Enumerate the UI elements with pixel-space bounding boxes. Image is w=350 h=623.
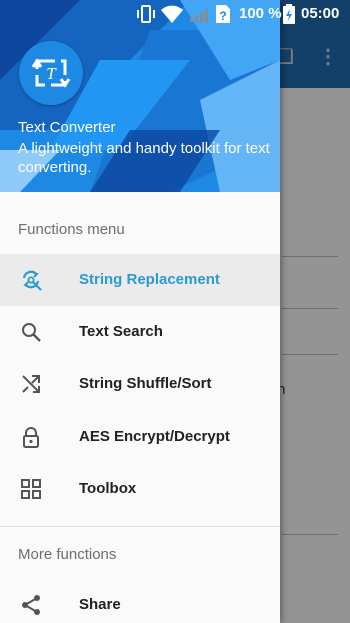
- status-bar: ? 100 % 05:00: [0, 0, 350, 28]
- search-icon: [22, 323, 41, 342]
- menu-item-aes-encrypt-decrypt[interactable]: AES Encrypt/Decrypt: [0, 411, 280, 463]
- menu-item-label: String Replacement: [79, 271, 220, 288]
- svg-text:T: T: [46, 64, 57, 83]
- battery-charging-icon: [283, 4, 295, 24]
- menu-item-label: Toolbox: [79, 480, 137, 497]
- battery-percent: 100 %: [239, 5, 282, 22]
- lock-icon: [23, 427, 39, 448]
- app-logo: T: [19, 41, 83, 105]
- app-name: Text Converter: [18, 119, 116, 136]
- drawer-header: T Text Converter A lightweight and handy…: [0, 0, 280, 192]
- more-functions-section-title: More functions: [18, 546, 117, 563]
- sim-alert-icon: ?: [216, 5, 230, 23]
- app-description: A lightweight and handy toolkit for text…: [18, 140, 270, 176]
- functions-section-title: Functions menu: [18, 221, 125, 238]
- menu-item-string-replacement[interactable]: String Replacement: [0, 254, 280, 306]
- navigation-drawer: T Text Converter A lightweight and handy…: [0, 0, 280, 623]
- menu-item-text-search[interactable]: Text Search: [0, 306, 280, 358]
- share-icon: [22, 595, 40, 615]
- menu-item-string-shuffle-sort[interactable]: String Shuffle/Sort: [0, 358, 280, 410]
- shuffle-icon: [22, 375, 40, 393]
- wifi-icon: [161, 5, 183, 23]
- signal-icon: [190, 9, 208, 22]
- svg-text:?: ?: [219, 9, 226, 23]
- app-logo-icon: T: [31, 58, 71, 88]
- menu-item-label: String Shuffle/Sort: [79, 375, 212, 392]
- menu-item-share[interactable]: Share: [0, 579, 280, 623]
- vibrate-icon: [137, 5, 155, 23]
- grid-icon: [21, 479, 41, 499]
- replace-icon: [22, 270, 42, 291]
- section-divider: [0, 526, 280, 527]
- menu-item-label: AES Encrypt/Decrypt: [79, 428, 230, 445]
- menu-item-label: Share: [79, 596, 121, 613]
- menu-item-label: Text Search: [79, 323, 163, 340]
- menu-item-toolbox[interactable]: Toolbox: [0, 463, 280, 515]
- clock: 05:00: [301, 5, 340, 22]
